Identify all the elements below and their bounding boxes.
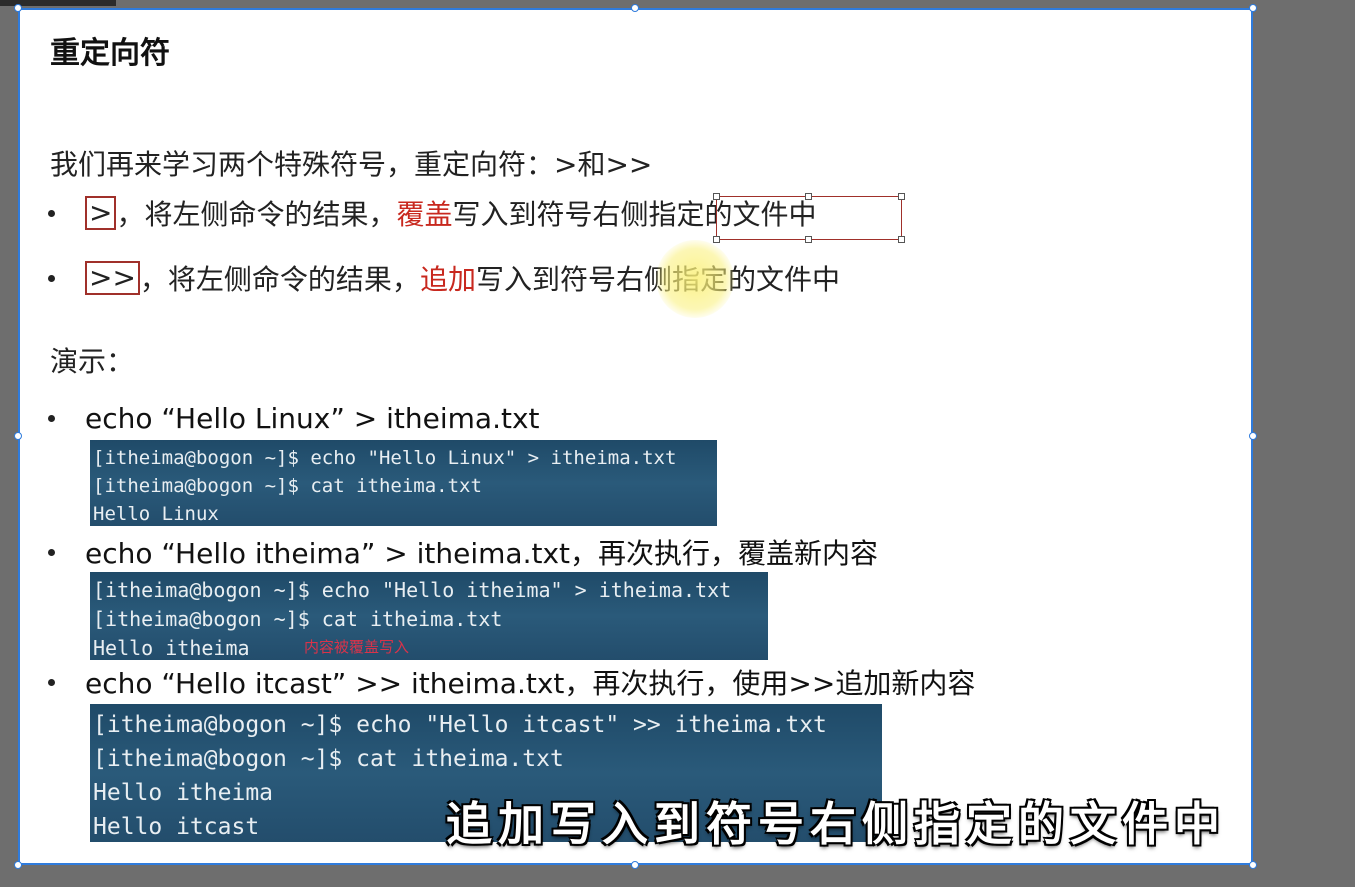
bullet-dot-icon <box>48 274 55 282</box>
bullet-text: ，将左侧命令的结果， <box>139 263 420 296</box>
slide-resize-handle[interactable] <box>1249 861 1257 869</box>
emphasis-text: 覆盖 <box>396 198 453 231</box>
demo-label: 演示： <box>50 345 135 378</box>
bullet-text: ，将左侧命令的结果， <box>116 198 397 231</box>
bullet-overwrite: > ，将左侧命令的结果， 覆盖 写入到符号右侧指定的文件中 <box>48 193 817 233</box>
terminal-line: [itheima@bogon ~]$ cat itheima.txt <box>93 746 564 772</box>
bullet-dot-icon <box>48 678 55 686</box>
demo-command: echo “Hello itcast” >> itheima.txt，再次执行，… <box>48 662 975 702</box>
editor-canvas: 重定向符 我们再来学习两个特殊符号，重定向符：>和>> > ，将左侧命令的结果，… <box>0 0 1355 887</box>
resize-handle[interactable] <box>713 193 720 200</box>
resize-handle[interactable] <box>805 236 812 243</box>
slide-resize-handle[interactable] <box>14 4 22 12</box>
video-subtitle: 追加写入到符号右侧指定的文件中 <box>446 797 1226 851</box>
terminal-line: [itheima@bogon ~]$ echo "Hello itheima" … <box>93 578 732 602</box>
resize-handle[interactable] <box>713 236 720 243</box>
selected-slide[interactable]: 重定向符 我们再来学习两个特殊符号，重定向符：>和>> > ，将左侧命令的结果，… <box>18 8 1253 865</box>
resize-handle[interactable] <box>805 193 812 200</box>
terminal-line: [itheima@bogon ~]$ echo "Hello itcast" >… <box>93 712 827 738</box>
terminal-annotation: 内容被覆盖写入 <box>304 638 410 656</box>
terminal-line: [itheima@bogon ~]$ cat itheima.txt <box>93 607 503 631</box>
slide-resize-handle[interactable] <box>1249 4 1257 12</box>
emphasis-text: 追加 <box>419 263 476 296</box>
pointer-highlight-icon <box>656 240 734 318</box>
command-text: echo “Hello itcast” >> itheima.txt，再次执行，… <box>85 667 976 700</box>
intro-text: 我们再来学习两个特殊符号，重定向符：>和>> <box>50 148 653 181</box>
slide-resize-handle[interactable] <box>631 4 639 12</box>
bullet-dot-icon <box>48 548 55 556</box>
terminal-line: Hello itheima <box>93 636 250 660</box>
slide-resize-handle[interactable] <box>14 432 22 440</box>
slide-title: 重定向符 <box>50 36 170 71</box>
terminal-screenshot: [itheima@bogon ~]$ echo "Hello Linux" > … <box>90 440 717 526</box>
slide-resize-handle[interactable] <box>14 861 22 869</box>
command-text: echo “Hello itheima” > itheima.txt，再次执行，… <box>85 537 878 570</box>
demo-command: echo “Hello itheima” > itheima.txt，再次执行，… <box>48 532 878 572</box>
annotation-rectangle[interactable] <box>713 193 905 243</box>
slide-resize-handle[interactable] <box>631 861 639 869</box>
resize-handle[interactable] <box>898 193 905 200</box>
command-text: echo “Hello Linux” > itheima.txt <box>85 402 540 435</box>
bullet-dot-icon <box>48 415 55 422</box>
demo-command: echo “Hello Linux” > itheima.txt <box>48 402 540 435</box>
terminal-line: [itheima@bogon ~]$ cat itheima.txt <box>93 475 482 497</box>
bullet-dot-icon <box>48 209 55 217</box>
terminal-screenshot: [itheima@bogon ~]$ echo "Hello itheima" … <box>90 572 768 660</box>
symbol-box: >> <box>85 261 140 295</box>
symbol-box: > <box>85 196 117 230</box>
terminal-line: [itheima@bogon ~]$ echo "Hello Linux" > … <box>93 447 677 469</box>
resize-handle[interactable] <box>898 236 905 243</box>
terminal-line: Hello Linux <box>93 503 219 525</box>
slide-resize-handle[interactable] <box>1249 432 1257 440</box>
